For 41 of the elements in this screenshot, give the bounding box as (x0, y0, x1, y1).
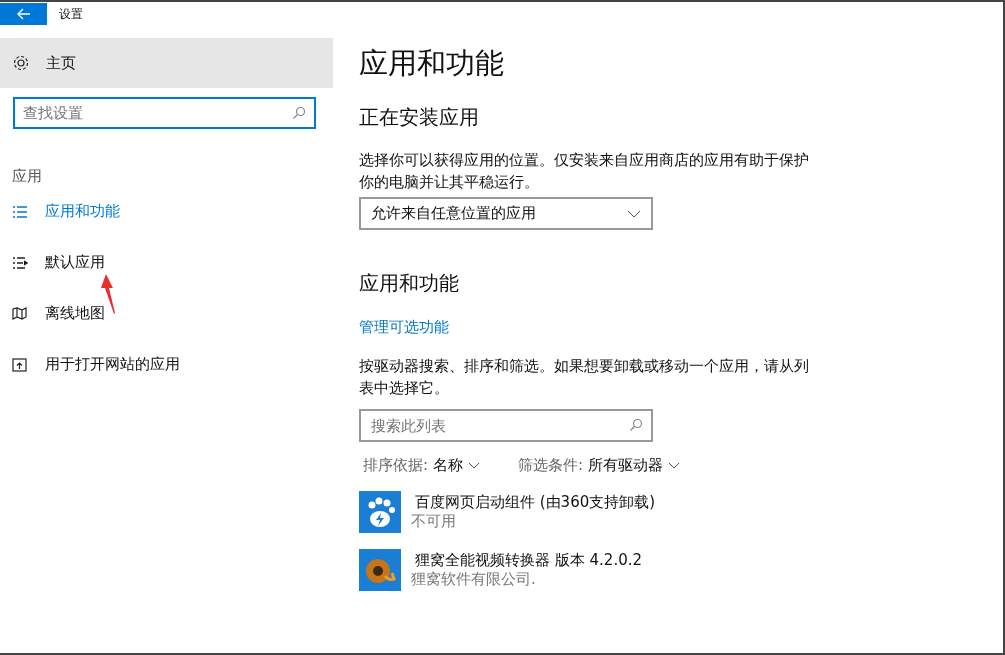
page-title: 应用和功能 (359, 45, 505, 82)
nav-label: 默认应用 (45, 253, 105, 272)
install-source-dropdown[interactable]: 允许来自任意位置的应用 (359, 197, 653, 230)
app-list-item[interactable]: 百度网页启动组件 (由360支持卸载) 不可用 (359, 491, 779, 533)
section-heading: 正在安装应用 (359, 104, 480, 131)
sidebar-item[interactable]: 应用和功能 (0, 186, 333, 237)
settings-icon (12, 54, 30, 72)
window-title: 设置 (59, 5, 83, 23)
home-item[interactable]: 主页 (0, 38, 333, 88)
search-icon (292, 106, 306, 120)
chevron-down-icon (668, 462, 681, 469)
list-icon (12, 204, 28, 219)
nav-label: 应用和功能 (45, 202, 120, 221)
filter-dropdown[interactable]: 筛选条件: 所有驱动器 (514, 456, 685, 475)
back-arrow-icon (16, 8, 31, 20)
list-icon (12, 255, 28, 270)
map-icon (12, 306, 28, 321)
manage-optional-features-link[interactable]: 管理可选功能 (359, 318, 449, 337)
section-label: 应用 (12, 167, 43, 186)
search-icon (629, 418, 643, 432)
description-text: 选择你可以获得应用的位置。仅安装来自应用商店的应用有助于保护你的电脑并让其平稳运行。 (359, 151, 810, 192)
sidebar-item[interactable]: 离线地图 (0, 288, 333, 339)
description-text: 按驱动器搜索、排序和筛选。如果想要卸载或移动一个应用，请从列表中选择它。 (359, 357, 810, 398)
sidebar-item[interactable]: 默认应用 (0, 237, 333, 288)
app-list-item[interactable]: 狸窝全能视频转换器 版本 4.2.0.2 狸窝软件有限公司. (359, 549, 779, 591)
window-icon (12, 357, 28, 372)
app-detail: 不可用 (411, 512, 457, 531)
nav-label: 用于打开网站的应用 (45, 355, 180, 374)
search-field[interactable]: 查找设置 (13, 97, 316, 129)
chevron-down-icon (627, 209, 641, 218)
chevron-down-icon (468, 462, 481, 469)
paw-icon (359, 491, 401, 533)
back-button[interactable] (0, 3, 47, 25)
app-name: 百度网页启动组件 (由360支持卸载) (414, 493, 656, 512)
sort-dropdown[interactable]: 排序依据: 名称 (359, 456, 485, 475)
app-name: 狸窝全能视频转换器 版本 4.2.0.2 (414, 551, 642, 570)
nav-label: 离线地图 (45, 304, 105, 323)
app-detail: 狸窝软件有限公司. (411, 570, 537, 589)
list-search-field[interactable]: 搜索此列表 (359, 409, 653, 442)
sidebar-item[interactable]: 用于打开网站的应用 (0, 339, 333, 390)
section-heading: 应用和功能 (359, 270, 460, 297)
